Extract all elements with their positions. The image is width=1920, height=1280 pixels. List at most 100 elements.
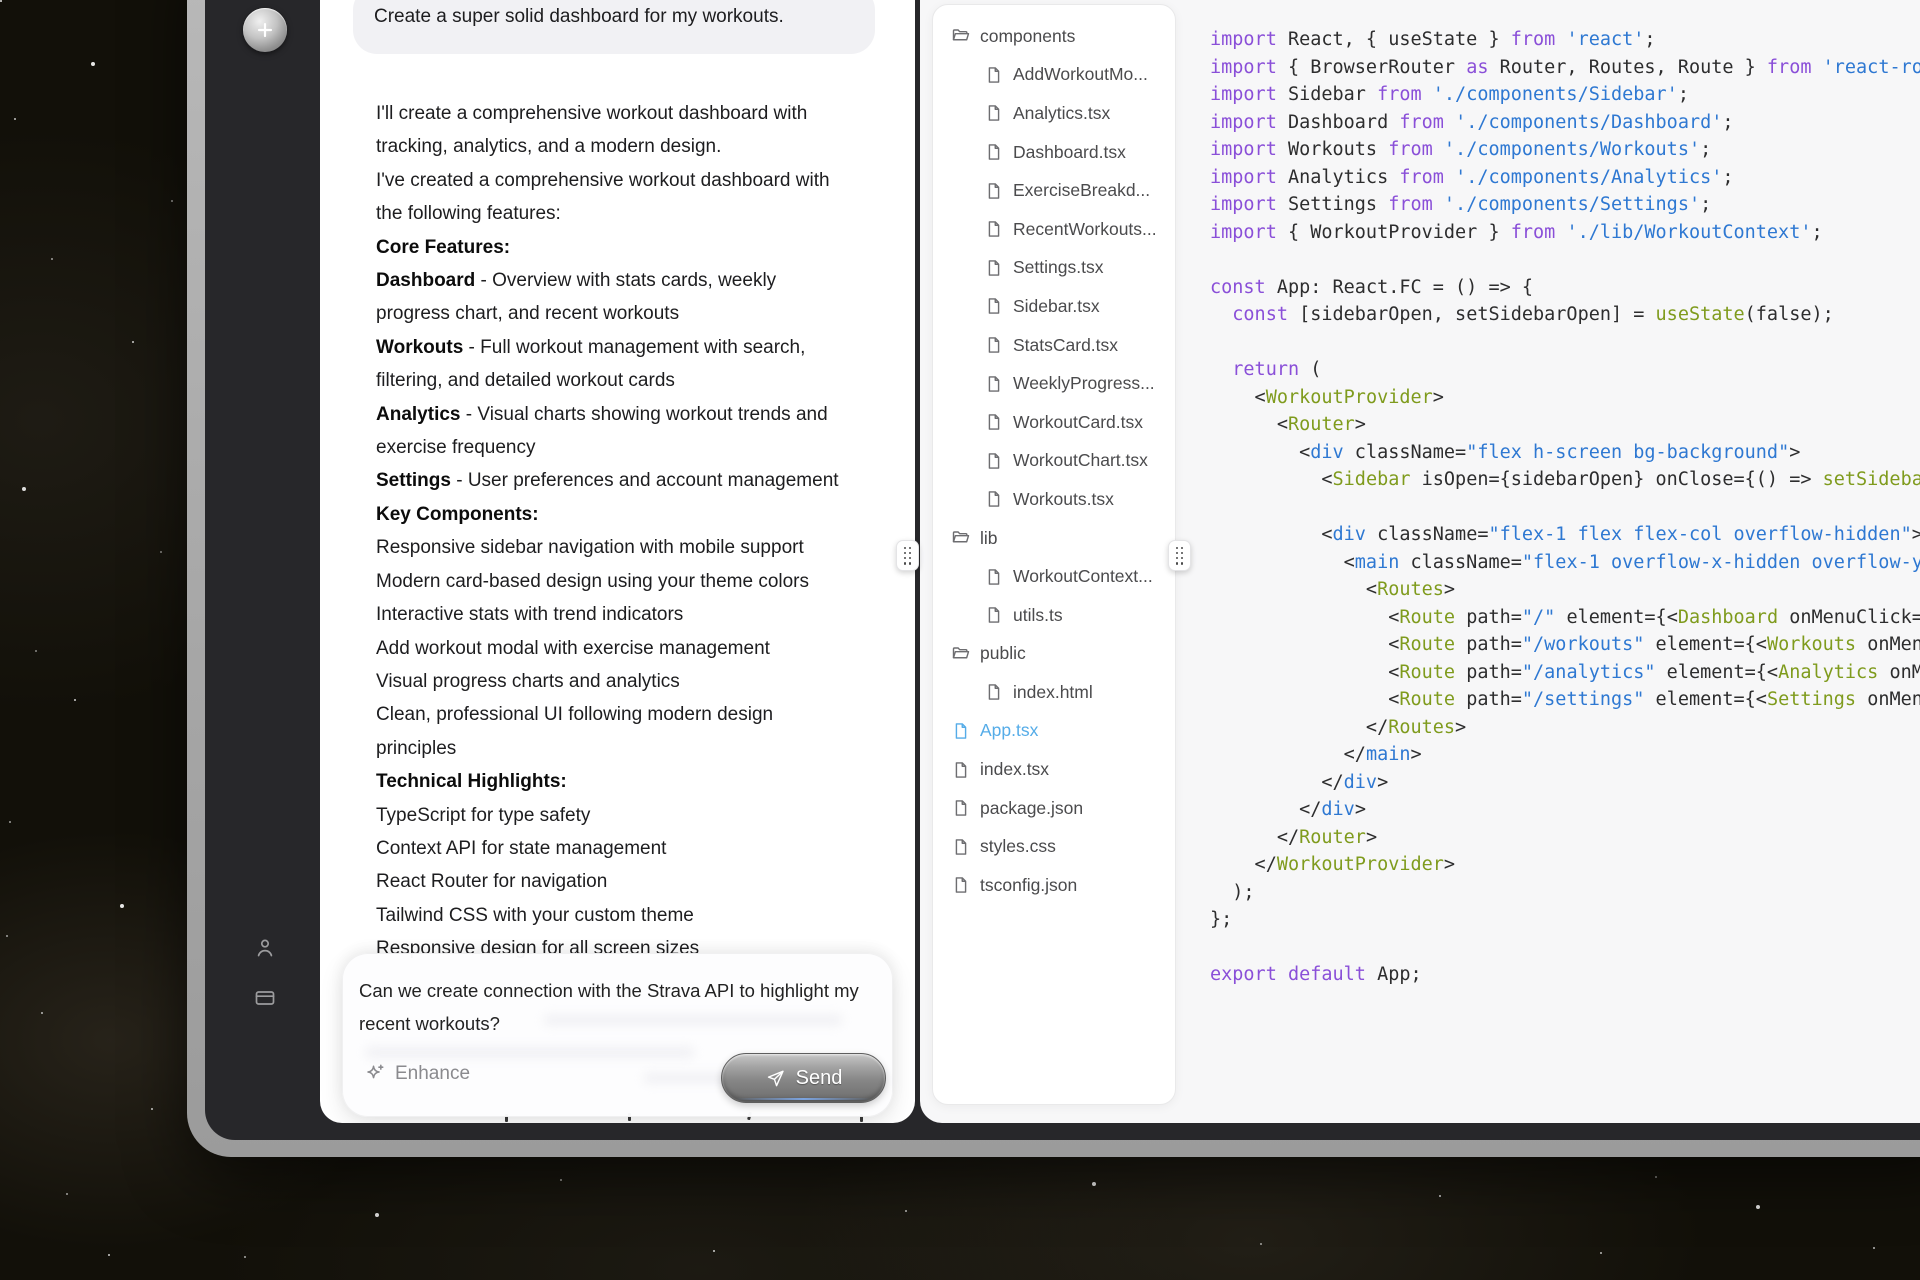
chat-line: Visual progress charts and analytics xyxy=(376,670,680,692)
code-line: </Router> xyxy=(1210,826,1378,848)
chat-line: I've created a comprehensive workout das… xyxy=(376,169,830,191)
code-line: import React, { useState } from 'react'; xyxy=(1210,29,1656,50)
code-line: <WorkoutProvider> xyxy=(1210,386,1444,408)
code-line: <Route path="/analytics" element={<Analy… xyxy=(1210,661,1920,683)
file-icon xyxy=(988,221,1000,238)
tree-item-label: AddWorkoutMo... xyxy=(1013,64,1148,85)
user-message-text: Create a super solid dashboard for my wo… xyxy=(374,6,784,27)
tree-item-utils-ts[interactable]: utils.ts xyxy=(933,596,1175,635)
tree-item-label: Dashboard.tsx xyxy=(1013,141,1126,162)
file-icon xyxy=(988,182,1000,199)
tree-item-addworkoutmo-[interactable]: AddWorkoutMo... xyxy=(933,56,1175,95)
tree-item-styles-css[interactable]: styles.css xyxy=(933,827,1175,866)
tree-item-label: utils.ts xyxy=(1013,604,1063,625)
tree-item-label: Analytics.tsx xyxy=(1013,102,1111,123)
tree-item-recentworkouts-[interactable]: RecentWorkouts... xyxy=(933,210,1175,249)
file-icon xyxy=(988,260,1000,276)
tree-item-weeklyprogress-[interactable]: WeeklyProgress... xyxy=(933,364,1175,403)
code-line: </Routes> xyxy=(1210,716,1467,738)
chat-line: Key Components: xyxy=(376,503,539,525)
file-icon xyxy=(988,67,1000,83)
new-chat-button[interactable] xyxy=(243,8,287,52)
code-line: const [sidebarOpen, setSidebarOpen] = us… xyxy=(1232,304,1834,325)
tree-item-workoutchart-tsx[interactable]: WorkoutChart.tsx xyxy=(933,442,1175,481)
chat-line: Tailwind CSS with your custom theme xyxy=(376,904,694,926)
file-icon xyxy=(988,453,1000,469)
tree-item-label: lib xyxy=(980,527,998,548)
tree-item-workoutcard-tsx[interactable]: WorkoutCard.tsx xyxy=(933,403,1175,442)
chat-line: Settings - User preferences and account … xyxy=(376,470,839,492)
code-line: export default App; xyxy=(1210,964,1422,985)
file-icon xyxy=(988,105,1000,122)
tree-item-label: components xyxy=(980,25,1076,46)
desktop: Create a super solid dashboard for my wo… xyxy=(0,0,1920,1280)
user-icon xyxy=(257,939,273,957)
tree-item-label: styles.css xyxy=(980,836,1056,857)
blurred-text-decoration xyxy=(365,1046,695,1059)
tree-item-components[interactable]: components xyxy=(933,17,1175,56)
file-icon xyxy=(955,761,967,778)
tree-item-index-tsx[interactable]: index.tsx xyxy=(933,750,1175,789)
drag-dots-icon xyxy=(1175,546,1184,565)
chat-line: I'll create a comprehensive workout dash… xyxy=(376,103,808,124)
enhance-button[interactable]: Enhance xyxy=(363,1062,470,1085)
code-line: </div> xyxy=(1210,799,1366,820)
file-icon xyxy=(988,298,1000,315)
tree-item-label: WorkoutContext... xyxy=(1013,566,1153,587)
tree-item-label: StatsCard.tsx xyxy=(1013,334,1119,355)
file-icon xyxy=(988,414,1000,431)
tree-item-label: public xyxy=(980,643,1026,664)
code-line: import Workouts from './components/Worko… xyxy=(1210,139,1712,160)
composer-card: Can we create connection with the Strava… xyxy=(342,953,893,1117)
stars-decoration xyxy=(0,0,2,2)
composer-text-line: Can we create connection with the Strava… xyxy=(359,980,859,1001)
tree-item-public[interactable]: public xyxy=(933,635,1175,674)
chat-line: the following features: xyxy=(376,203,561,225)
chat-line: Analytics - Visual charts showing workou… xyxy=(376,403,828,425)
tree-item-package-json[interactable]: package.json xyxy=(933,789,1175,828)
tree-item-label: WorkoutChart.tsx xyxy=(1013,450,1148,471)
tree-panel-resize-handle[interactable] xyxy=(1168,540,1191,571)
tree-item-workoutcontext-[interactable]: WorkoutContext... xyxy=(933,557,1175,596)
code-line: <div className="flex h-screen bg-backgro… xyxy=(1210,441,1801,463)
tree-item-exercisebreakd-[interactable]: ExerciseBreakd... xyxy=(933,171,1175,210)
tree-item-analytics-tsx[interactable]: Analytics.tsx xyxy=(933,94,1175,133)
tree-item-index-html[interactable]: index.html xyxy=(933,673,1175,712)
plus-icon xyxy=(257,22,273,38)
tree-item-statscard-tsx[interactable]: StatsCard.tsx xyxy=(933,326,1175,365)
drag-dots-icon xyxy=(903,546,912,565)
tree-item-workouts-tsx[interactable]: Workouts.tsx xyxy=(933,480,1175,519)
tree-item-settings-tsx[interactable]: Settings.tsx xyxy=(933,249,1175,288)
code-line: import Analytics from './components/Anal… xyxy=(1210,166,1734,188)
tree-item-app-tsx[interactable]: App.tsx xyxy=(933,712,1175,751)
tree-item-label: WeeklyProgress... xyxy=(1013,373,1155,394)
send-button[interactable]: Send xyxy=(721,1053,886,1103)
chat-line: React Router for navigation xyxy=(376,871,608,893)
user-profile-button[interactable] xyxy=(253,936,277,960)
code-content: import React, { useState } from 'react';… xyxy=(1210,26,1920,989)
code-line: import Sidebar from './components/Sideba… xyxy=(1210,84,1689,105)
code-editor[interactable]: import React, { useState } from 'react';… xyxy=(1210,26,1920,1123)
tree-item-label: RecentWorkouts... xyxy=(1013,218,1157,239)
code-line: <Route path="/settings" element={<Settin… xyxy=(1210,689,1920,710)
chat-panel-resize-handle[interactable] xyxy=(896,540,919,571)
chat-line: Context API for state management xyxy=(376,837,667,859)
tree-item-sidebar-tsx[interactable]: Sidebar.tsx xyxy=(933,287,1175,326)
code-line: </main> xyxy=(1210,744,1422,765)
tree-item-dashboard-tsx[interactable]: Dashboard.tsx xyxy=(933,133,1175,172)
composer-input[interactable]: Can we create connection with the Strava… xyxy=(359,974,879,1040)
chat-line: Core Features: xyxy=(376,236,511,258)
billing-button[interactable] xyxy=(253,986,277,1010)
window-bezel: Create a super solid dashboard for my wo… xyxy=(205,0,1920,1140)
file-icon xyxy=(955,877,967,894)
code-line: }; xyxy=(1210,909,1233,930)
tree-item-lib[interactable]: lib xyxy=(933,519,1175,558)
chat-line: tracking, analytics, and a modern design… xyxy=(376,136,722,158)
file-icon xyxy=(988,684,1000,701)
tree-item-label: index.tsx xyxy=(980,759,1050,780)
tree-item-tsconfig-json[interactable]: tsconfig.json xyxy=(933,866,1175,905)
code-line: <Sidebar isOpen={sidebarOpen} onClose={(… xyxy=(1210,469,1920,490)
app-window: Create a super solid dashboard for my wo… xyxy=(187,0,1920,1157)
